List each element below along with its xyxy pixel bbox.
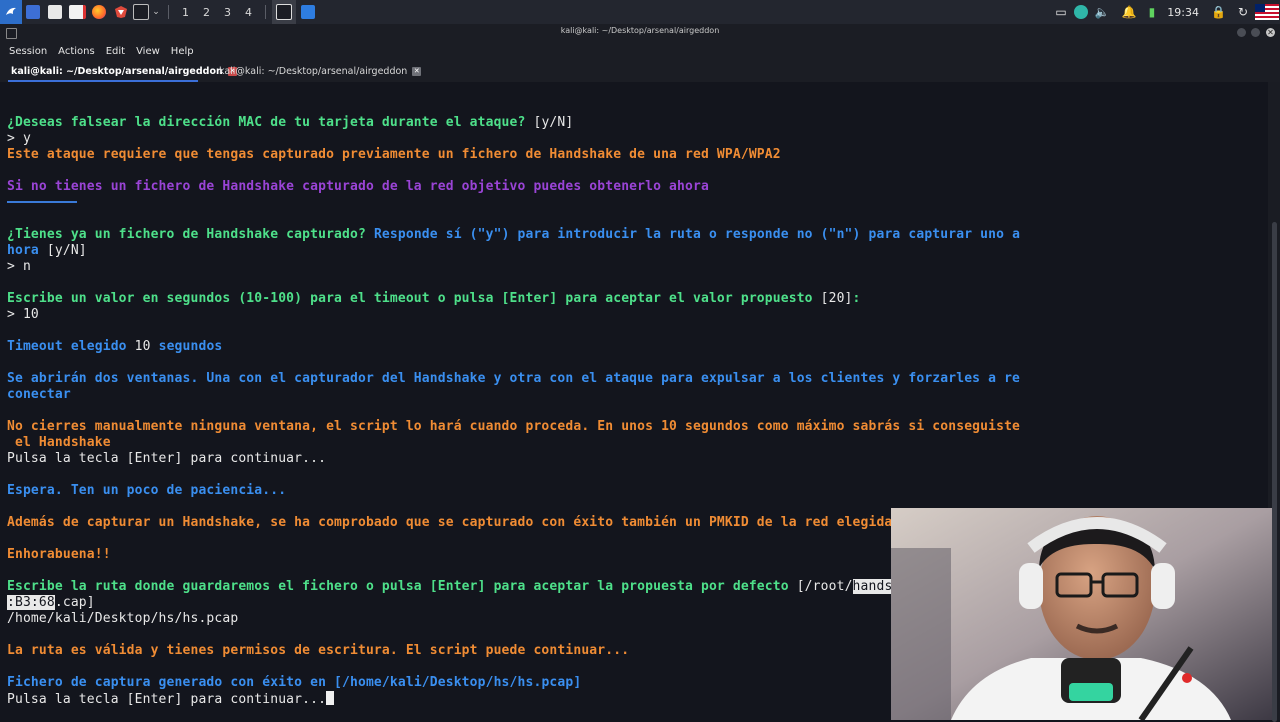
system-tray: ▭ 🔈 🔔 ▮ 19:34 🔒 ↻ (1049, 0, 1280, 24)
tray-app-icon[interactable] (1073, 0, 1089, 24)
us-flag-icon[interactable] (1254, 0, 1280, 24)
close-button[interactable]: ✕ (1266, 28, 1275, 37)
prompt-text: ¿Tienes ya un fichero de Handshake captu… (7, 227, 374, 242)
lock-icon[interactable]: 🔒 (1211, 5, 1226, 19)
terminal-line: No cierres manualmente ninguna ventana, … (7, 419, 1021, 434)
text-editor-icon[interactable] (66, 0, 88, 24)
prompt-options: [y/N] (38, 243, 87, 258)
terminal-line: Timeout elegido 10 segundos (7, 339, 222, 355)
tab-terminal-1[interactable]: kali@kali: ~/Desktop/arsenal/airgeddon ✕ (11, 62, 237, 80)
prompt-text: ¿Deseas falsear la dirección MAC de tu t… (7, 115, 534, 130)
tab-label: kali@kali: ~/Desktop/arsenal/airgeddon (219, 65, 408, 77)
workspace-3[interactable]: 3 (217, 6, 238, 19)
terminal-line: ¿Tienes ya un fichero de Handshake captu… (7, 227, 1020, 243)
prompt-default: [/root/ (796, 579, 853, 594)
terminal-line: Este ataque requiere que tengas capturad… (7, 147, 781, 162)
status-text: Fichero de captura generado con éxito en (7, 675, 335, 690)
firefox-icon[interactable] (88, 0, 110, 24)
menu-bar: Session Actions Edit View Help (0, 42, 1280, 60)
selected-text: hands (852, 579, 893, 594)
clock[interactable]: 19:34 (1167, 6, 1199, 19)
tab-label: kali@kali: ~/Desktop/arsenal/airgeddon (11, 65, 223, 77)
text-cursor (326, 691, 335, 705)
folder-task-icon[interactable] (296, 0, 320, 24)
terminal-line: > n (7, 259, 31, 274)
panel-separator (265, 5, 266, 19)
volume-icon[interactable]: 🔈 (1095, 5, 1110, 19)
status-text: Timeout elegido (7, 339, 135, 354)
bell-icon[interactable]: 🔔 (1122, 5, 1137, 19)
terminal-line: Pulsa la tecla [Enter] para continuar... (7, 451, 327, 466)
menu-help[interactable]: Help (171, 46, 194, 57)
terminal-line: > 10 (7, 307, 39, 322)
maximize-button[interactable] (1251, 28, 1260, 37)
terminal-line: Fichero de captura generado con éxito en… (7, 675, 581, 691)
prompt-text: Escribe un valor en segundos (10-100) pa… (7, 291, 821, 306)
tab-terminal-2[interactable]: kali@kali: ~/Desktop/arsenal/airgeddon ✕ (219, 62, 422, 80)
prompt-hint: Responde sí ("y") para introducir la rut… (373, 227, 1021, 242)
prompt-hint: hora (7, 243, 39, 258)
prompt-text: : (852, 291, 861, 306)
terminal-line: La ruta es válida y tienes permisos de e… (7, 643, 630, 658)
capture-path: [/home/kali/Desktop/hs/hs.pcap] (334, 675, 582, 690)
terminal-line: > y (7, 131, 31, 146)
top-panel: ⌄ 1 2 3 4 ▭ 🔈 🔔 ▮ 19:34 🔒 ↻ (0, 0, 1280, 24)
battery-icon[interactable]: ▮ (1149, 5, 1156, 19)
workspace-4[interactable]: 4 (238, 6, 259, 19)
menu-view[interactable]: View (136, 46, 160, 57)
status-text: segundos (150, 339, 223, 354)
prompt-text: Escribe la ruta donde guardaremos el fic… (7, 579, 797, 594)
burp-icon[interactable] (110, 0, 132, 24)
tab-close-icon[interactable]: ✕ (412, 66, 422, 76)
terminal-line: Pulsa la tecla [Enter] para continuar... (7, 691, 335, 708)
prompt-options: [y/N] (533, 115, 574, 130)
minimize-button[interactable] (1237, 28, 1246, 37)
display-icon[interactable]: ▭ (1055, 5, 1066, 19)
prompt-default: [20] (820, 291, 853, 306)
webcam-overlay (891, 508, 1272, 720)
window-titlebar[interactable]: kali@kali: ~/Desktop/arsenal/airgeddon ✕ (0, 24, 1280, 42)
terminal-line: Espera. Ten un poco de paciencia... (7, 483, 287, 498)
workspace-2[interactable]: 2 (196, 6, 217, 19)
terminal-line: conectar (7, 387, 71, 402)
chevron-down-icon[interactable]: ⌄ (150, 0, 162, 24)
terminal-line: Escribe un valor en segundos (10-100) pa… (7, 291, 861, 307)
desktop-icon[interactable] (22, 0, 44, 24)
presenter-image (891, 508, 1272, 720)
terminal-line: el Handshake (7, 435, 111, 450)
prompt-default: .cap] (54, 595, 95, 610)
selected-text: :B3:68 (7, 595, 55, 610)
terminal-line: /home/kali/Desktop/hs/hs.pcap (7, 611, 239, 626)
terminal-task-icon[interactable] (272, 0, 296, 24)
kali-menu-icon[interactable] (0, 0, 22, 24)
files-icon[interactable] (44, 0, 66, 24)
timeout-value: 10 (134, 339, 151, 354)
terminal-line: hora [y/N] (7, 243, 87, 259)
menu-edit[interactable]: Edit (106, 46, 125, 57)
panel-separator (168, 5, 169, 19)
refresh-icon[interactable]: ↻ (1238, 5, 1248, 19)
terminal-icon[interactable] (132, 0, 150, 24)
menu-session[interactable]: Session (9, 46, 47, 57)
separator-bar (7, 201, 77, 203)
terminal-line: Escribe la ruta donde guardaremos el fic… (7, 579, 893, 595)
terminal-line: Además de capturar un Handshake, se ha c… (7, 515, 893, 530)
window-title: kali@kali: ~/Desktop/arsenal/airgeddon (560, 26, 720, 35)
menu-actions[interactable]: Actions (58, 46, 95, 57)
terminal-line: Si no tienes un fichero de Handshake cap… (7, 179, 709, 194)
workspace-1[interactable]: 1 (175, 6, 196, 19)
scrollbar-thumb[interactable] (1272, 222, 1277, 722)
prompt-text: Pulsa la tecla [Enter] para continuar... (7, 692, 327, 707)
terminal-line: ¿Deseas falsear la dirección MAC de tu t… (7, 115, 573, 131)
terminal-line: Enhorabuena!! (7, 547, 111, 562)
terminal-line: Se abrirán dos ventanas. Una con el capt… (7, 371, 1021, 386)
terminal-line: :B3:68.cap] (7, 595, 95, 611)
